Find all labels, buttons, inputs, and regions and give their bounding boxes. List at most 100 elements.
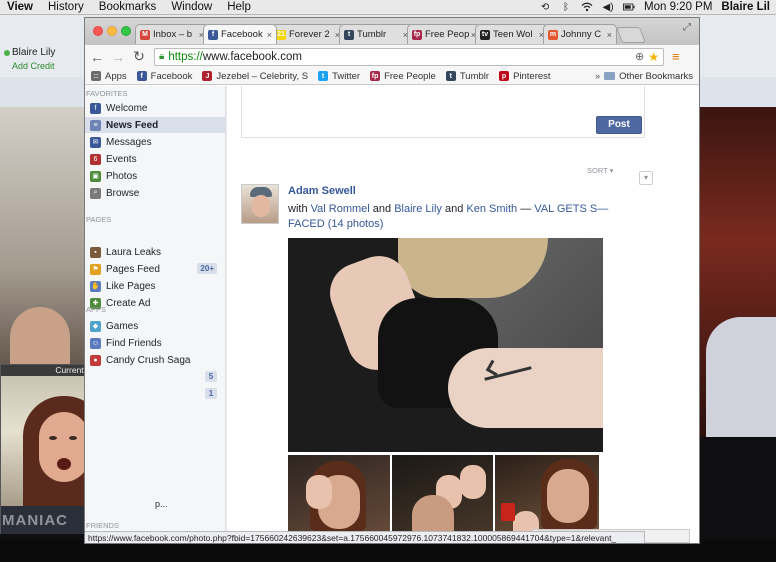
nav-more-link[interactable]: p... xyxy=(155,496,195,512)
close-tab-icon[interactable]: × xyxy=(607,30,612,40)
bookmark-label: Free People xyxy=(384,70,436,82)
bookmark-label: Apps xyxy=(105,70,127,82)
photo-count-link[interactable]: (14 photos) xyxy=(328,218,384,230)
tab-6[interactable]: m Johnny C × xyxy=(543,24,617,44)
other-bookmarks-folder[interactable]: Other Bookmarks xyxy=(604,71,693,82)
bookmark-item[interactable]: J Jezebel – Celebrity, S xyxy=(202,71,308,82)
tab-label: Inbox – b xyxy=(153,29,193,40)
bookmark-item[interactable]: t Tumblr xyxy=(445,71,489,82)
tagged-friend-link[interactable]: Blaire Lily xyxy=(394,203,442,215)
and-text: and xyxy=(444,203,464,215)
tab-4[interactable]: fp Free Peop × xyxy=(407,24,481,44)
nav-item-news-feed[interactable]: ≡ News Feed xyxy=(85,117,225,133)
nav-item-candy-crush-saga[interactable]: ● Candy Crush Saga xyxy=(85,352,225,368)
app-count-badge: 1 xyxy=(205,388,217,399)
menu-bookmarks[interactable]: Bookmarks xyxy=(99,1,157,13)
bookmark-item[interactable]: fp Free People xyxy=(370,71,436,82)
bookmark-item[interactable]: p Pinterest xyxy=(499,71,551,82)
window-controls xyxy=(93,26,131,36)
nav-item-events[interactable]: 6 Events xyxy=(85,151,225,167)
status-composer[interactable]: Post xyxy=(241,86,645,138)
browser-window: M Inbox – b × f Facebook × 21 Forever 2 × t Tumblr… xyxy=(84,17,700,544)
tab-favicon-icon: fp xyxy=(412,29,422,40)
chrome-menu-icon[interactable]: ≡ xyxy=(672,49,680,64)
zoom-window-icon[interactable] xyxy=(121,26,131,36)
bookmark-star-icon[interactable]: ★ xyxy=(648,50,659,64)
wifi-icon[interactable] xyxy=(581,2,593,13)
browse-icon: ⌕ xyxy=(90,187,101,199)
time-machine-icon[interactable]: ⟲ xyxy=(539,2,551,13)
bookmarks-bar: :: Apps f Facebook J Jezebel – Celebrity, S tT… xyxy=(85,68,699,85)
tab-favicon-icon: M xyxy=(140,29,150,40)
app-row-badge-1[interactable]: 5 xyxy=(85,369,225,385)
pages-feed-icon: ⚑ xyxy=(90,263,101,275)
section-favorites: FAVORITES xyxy=(86,89,128,98)
app-count-badge: 5 xyxy=(205,371,217,382)
close-window-icon[interactable] xyxy=(93,26,103,36)
nav-item-label: Candy Crush Saga xyxy=(106,354,191,366)
section-apps: APPS xyxy=(86,305,107,314)
participant-video-left xyxy=(0,107,84,377)
bookmark-item[interactable]: t Twitter xyxy=(318,71,360,82)
bookmark-favicon-icon: p xyxy=(499,71,510,81)
nav-item-find-friends[interactable]: ☺ Find Friends xyxy=(85,335,225,351)
nav-item-like-pages[interactable]: ✋ Like Pages xyxy=(85,278,225,294)
minimize-window-icon[interactable] xyxy=(107,26,117,36)
story-author-link[interactable]: Adam Sewell xyxy=(288,185,356,197)
nav-item-pages-feed[interactable]: ⚑ Pages Feed 20+ xyxy=(85,261,225,277)
nav-item-browse[interactable]: ⌕ Browse xyxy=(85,185,225,201)
tab-strip: M Inbox – b × f Facebook × 21 Forever 2 × t Tumblr… xyxy=(85,18,699,45)
bluetooth-icon[interactable]: ᛒ xyxy=(560,2,572,13)
section-friends: FRIENDS xyxy=(86,521,119,530)
profile-name[interactable]: Blaire Lily xyxy=(12,47,55,58)
nav-item-messages[interactable]: ✉ Messages xyxy=(85,134,225,150)
tab-2[interactable]: 21 Forever 2 × xyxy=(271,24,345,44)
story-options-chevron-icon[interactable]: ▾ xyxy=(639,171,653,185)
zoom-icon[interactable]: ⊕ xyxy=(635,50,644,63)
bookmark-item[interactable]: :: Apps xyxy=(91,71,127,82)
post-button[interactable]: Post xyxy=(596,116,642,134)
menu-view[interactable]: View xyxy=(7,1,33,13)
forward-button[interactable]: → xyxy=(109,49,127,65)
tab-5[interactable]: tv Teen Wol × xyxy=(475,24,549,44)
bookmarks-overflow-button[interactable]: » xyxy=(595,71,600,81)
tab-label: Facebook xyxy=(221,29,263,40)
welcome-icon: f xyxy=(90,102,101,114)
left-navigation: FAVORITES f Welcome ≡ News Feed ✉ Messages 6 Ev… xyxy=(85,86,226,543)
section-pages: PAGES xyxy=(86,215,112,224)
menubar-clock[interactable]: Mon 9:20 PM xyxy=(644,1,712,13)
menubar-user[interactable]: Blaire Lil xyxy=(721,1,770,13)
nav-item-games[interactable]: ◆ Games xyxy=(85,318,225,334)
bookmark-item[interactable]: f Facebook xyxy=(136,71,192,82)
back-button[interactable]: ← xyxy=(88,49,106,65)
reload-button[interactable]: ↻ xyxy=(130,48,148,65)
story-main-photo[interactable] xyxy=(288,238,603,452)
tab-0[interactable]: M Inbox – b × xyxy=(135,24,209,44)
fullscreen-icon[interactable]: ⤢ xyxy=(683,22,691,33)
nav-item-label: Find Friends xyxy=(106,337,162,349)
add-credit-link[interactable]: Add Credit xyxy=(12,61,55,71)
volume-icon[interactable]: ◀) xyxy=(602,2,614,13)
sort-menu[interactable]: SORT ▾ xyxy=(587,166,613,175)
author-avatar[interactable] xyxy=(241,184,279,224)
browser-toolbar: ← → ↻ 🔒︎ https:// www.facebook.com ⊕ ★ ≡ xyxy=(85,45,699,68)
nav-item-photos[interactable]: ▣ Photos xyxy=(85,168,225,184)
nav-item-laura-leaks[interactable]: ▪ Laura Leaks xyxy=(85,244,225,260)
menu-window[interactable]: Window xyxy=(171,1,212,13)
app-row-badge-2[interactable]: 1 xyxy=(85,386,225,402)
bookmark-label: Twitter xyxy=(332,70,361,82)
battery-icon[interactable] xyxy=(623,2,635,13)
tagged-friend-link[interactable]: Ken Smith xyxy=(466,203,517,215)
tagged-friend-link[interactable]: Val Rommel xyxy=(311,203,370,215)
tab-3[interactable]: t Tumblr × xyxy=(339,24,413,44)
bookmark-favicon-icon: fp xyxy=(370,71,381,81)
menu-history[interactable]: History xyxy=(48,1,84,13)
close-tab-icon[interactable]: × xyxy=(267,30,272,40)
url-host: www.facebook.com xyxy=(202,50,302,63)
menu-help[interactable]: Help xyxy=(227,1,251,13)
like-pages-icon: ✋ xyxy=(90,280,101,292)
tab-1[interactable]: f Facebook × xyxy=(203,24,277,44)
address-bar[interactable]: 🔒︎ https:// www.facebook.com ⊕ ★ xyxy=(154,47,664,66)
new-tab-button[interactable] xyxy=(616,27,646,43)
nav-item-welcome[interactable]: f Welcome xyxy=(85,100,225,116)
